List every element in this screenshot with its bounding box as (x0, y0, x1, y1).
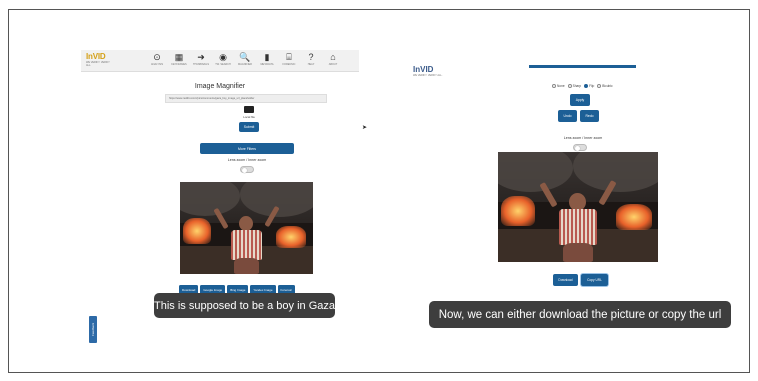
magnifier-icon: 🔍 (239, 52, 251, 62)
caption-left: This is supposed to be a boy in Gaza (154, 293, 335, 318)
tool-label: FORENSIC (282, 63, 296, 66)
logo-subtitle: WE VERIFY. VERIFY ALL. (413, 74, 443, 77)
radio-button[interactable] (597, 84, 602, 88)
film-icon: ▦ (174, 52, 184, 62)
play-circle-icon: ⊙ (153, 52, 161, 62)
tool-magnifier[interactable]: 🔍 MAGNIFIER (236, 52, 254, 66)
radio-button[interactable] (552, 84, 556, 88)
url-input[interactable]: https://www.reddit.com/r/pics/comments/g… (165, 94, 327, 103)
tool-analysis[interactable]: ⊙ ANALYSIS (148, 52, 166, 66)
tool-label: TW. SEARCH (215, 63, 231, 66)
tool-label: METADATA (260, 63, 274, 66)
tool-about[interactable]: ⌂ ABOUT (324, 52, 342, 66)
caption-right: Now, we can either download the picture … (429, 301, 731, 328)
magnifier-panel: InVID WE VERIFY. VERIFY ALL. ⊙ ANALYSIS ▦… (81, 50, 359, 310)
thumbnails-icon: ➜ (197, 52, 205, 62)
folder-icon[interactable] (244, 106, 254, 113)
apply-button[interactable]: Apply (570, 94, 590, 106)
invid-logo-right[interactable]: InVID WE VERIFY. VERIFY ALL. (413, 65, 443, 77)
logo-text: InVID (86, 52, 106, 61)
redo-button[interactable]: Redo (580, 110, 599, 122)
copy-url-button[interactable]: Copy URL (581, 274, 608, 286)
radio-label: Bicubic (602, 84, 613, 88)
radio-flip[interactable]: Flip (584, 84, 594, 88)
header-bar (529, 65, 636, 68)
invid-logo[interactable]: InVID WE VERIFY. VERIFY ALL. (86, 52, 114, 70)
page-title: Image Magnifier (194, 83, 246, 90)
mouse-cursor-icon: ➤ (362, 125, 368, 131)
filter-radio-group: None Sharp Flip Bicubic (552, 84, 613, 88)
local-file-label: Local file (243, 115, 255, 119)
forensic-icon: ⌸ (286, 52, 292, 62)
tool-twitter-search[interactable]: ◉ TW. SEARCH (214, 52, 232, 66)
tool-label: THUMBNAILS (192, 63, 210, 66)
tool-label: HELP (307, 63, 315, 66)
submit-button[interactable]: Submit (239, 122, 259, 132)
video-frame: InVID WE VERIFY. VERIFY ALL. ⊙ ANALYSIS ▦… (8, 9, 750, 373)
tool-label: MAGNIFIER (238, 63, 252, 66)
tool-metadata[interactable]: ▮ METADATA (258, 52, 276, 66)
feedback-tab[interactable]: Feedback (89, 316, 97, 343)
tool-label: KEYFRAMES (171, 63, 187, 66)
logo-subtitle: WE VERIFY. VERIFY ALL. (86, 61, 110, 67)
more-filters-button[interactable]: More Filters (200, 143, 294, 154)
lens-zoom-label: Lens zoom / Inner zoom (563, 136, 603, 140)
logo-text: InVID (413, 65, 434, 74)
tool-label: ANALYSIS (150, 63, 164, 66)
about-icon: ⌂ (330, 52, 336, 62)
tool-label: ABOUT (328, 63, 338, 66)
tool-icons: ⊙ ANALYSIS ▦ KEYFRAMES ➜ THUMBNAILS ◉ TW. SE… (148, 52, 342, 66)
radio-label: Sharp (572, 84, 582, 88)
plugin-toolbar: InVID WE VERIFY. VERIFY ALL. ⊙ ANALYSIS ▦… (81, 50, 359, 72)
radio-button[interactable] (584, 84, 589, 88)
lens-zoom-label: Lens zoom / Inner zoom (227, 158, 267, 162)
undo-button[interactable]: Undo (558, 110, 577, 122)
radio-label: Flip (589, 84, 595, 88)
radio-label: None (557, 84, 565, 88)
magnified-image[interactable] (180, 182, 313, 274)
lens-zoom-toggle[interactable] (573, 144, 587, 151)
tool-forensic[interactable]: ⌸ FORENSIC (280, 52, 298, 66)
tool-keyframes[interactable]: ▦ KEYFRAMES (170, 52, 188, 66)
help-icon: ? (308, 52, 314, 62)
tool-thumbnails[interactable]: ➜ THUMBNAILS (192, 52, 210, 66)
radio-sharp[interactable]: Sharp (567, 84, 582, 88)
lens-zoom-toggle[interactable] (240, 166, 254, 173)
tool-help[interactable]: ? HELP (302, 52, 320, 66)
document-icon: ▮ (264, 52, 270, 62)
radio-none[interactable]: None (552, 84, 565, 88)
radio-button[interactable] (567, 84, 572, 88)
radio-bicubic[interactable]: Bicubic (597, 84, 613, 88)
twitter-search-icon: ◉ (219, 52, 227, 62)
download-button[interactable]: Download (553, 274, 578, 286)
filtered-image[interactable] (498, 152, 658, 262)
